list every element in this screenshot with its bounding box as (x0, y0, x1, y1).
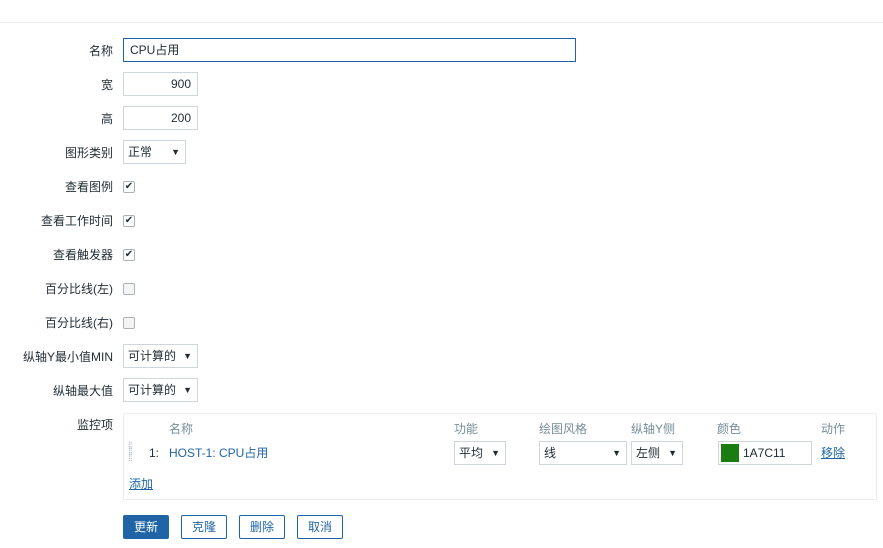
width-input[interactable]: 900 (123, 72, 198, 96)
clone-button[interactable]: 克隆 (181, 515, 228, 539)
ymin-select[interactable]: 可计算的 ▼ (123, 344, 198, 368)
function-value: 平均 (459, 446, 484, 460)
percentile-left-checkbox[interactable]: ✔ (123, 283, 135, 295)
header-color: 颜色 (717, 422, 742, 436)
show-legend-row: 查看图例 ✔ (0, 174, 883, 200)
add-item-link[interactable]: 添加 (129, 475, 153, 492)
ymin-label: 纵轴Y最小值MIN (22, 350, 113, 364)
show-triggers-checkbox[interactable]: ✔ (123, 249, 135, 261)
show-triggers-label: 查看触发器 (52, 248, 113, 262)
percentile-left-label: 百分比线(左) (45, 282, 113, 296)
draw-style-value: 线 (544, 446, 557, 460)
header-y-side: 纵轴Y侧 (631, 422, 676, 436)
ymin-row: 纵轴Y最小值MIN 可计算的 ▼ (0, 344, 883, 370)
show-work-period-row: 查看工作时间 ✔ (0, 208, 883, 234)
item-name-link[interactable]: HOST-1: CPU占用 (169, 440, 268, 466)
remove-link[interactable]: 移除 (821, 440, 845, 466)
show-legend-label: 查看图例 (64, 180, 113, 194)
table-row: ⁞⁞ ⁞⁞ ⁞⁞ 1: HOST-1: CPU占用 平均 ▼ 线 ▼ 左侧 ▼ 1A… (124, 440, 876, 466)
items-table: 名称 功能 绘图风格 纵轴Y侧 颜色 动作 ⁞⁞ ⁞⁞ ⁞⁞ 1: HOST-1: … (123, 413, 877, 500)
header-name: 名称 (169, 422, 194, 436)
chevron-down-icon: ▼ (491, 448, 500, 458)
chevron-down-icon: ▼ (183, 385, 192, 395)
items-label: 监控项 (76, 418, 113, 432)
chevron-down-icon: ▼ (668, 448, 677, 458)
ymin-value: 可计算的 (128, 349, 177, 363)
draw-style-select[interactable]: 线 ▼ (539, 441, 627, 465)
name-row: 名称 CPU占用 (0, 38, 883, 64)
percentile-right-row: 百分比线(右) ✔ (0, 310, 883, 336)
graph-type-row: 图形类别 正常 ▼ (0, 140, 883, 166)
chevron-down-icon: ▼ (183, 351, 192, 361)
height-label: 高 (100, 112, 113, 126)
update-button[interactable]: 更新 (123, 515, 170, 539)
graph-type-value: 正常 (128, 145, 153, 159)
y-side-value: 左侧 (636, 446, 661, 460)
show-work-period-checkbox[interactable]: ✔ (123, 215, 135, 227)
color-picker[interactable]: 1A7C11 (718, 441, 812, 465)
show-triggers-row: 查看触发器 ✔ (0, 242, 883, 268)
name-input[interactable]: CPU占用 (123, 38, 576, 62)
percentile-right-checkbox[interactable]: ✔ (123, 317, 135, 329)
percentile-left-row: 百分比线(左) ✔ (0, 276, 883, 302)
name-label: 名称 (88, 44, 113, 58)
ymax-label: 纵轴最大值 (52, 384, 113, 398)
graph-type-select[interactable]: 正常 ▼ (123, 140, 186, 164)
color-hex-value: 1A7C11 (743, 446, 786, 460)
width-label: 宽 (100, 78, 113, 92)
color-swatch[interactable] (721, 444, 739, 462)
ymax-select[interactable]: 可计算的 ▼ (123, 378, 198, 402)
ymax-value: 可计算的 (128, 383, 177, 397)
graph-type-label: 图形类别 (64, 146, 113, 160)
width-row: 宽 900 (0, 72, 883, 98)
y-side-select[interactable]: 左侧 ▼ (631, 441, 683, 465)
function-select[interactable]: 平均 ▼ (454, 441, 506, 465)
percentile-right-label: 百分比线(右) (45, 316, 113, 330)
drag-handle-icon[interactable]: ⁞⁞ ⁞⁞ ⁞⁞ (128, 442, 136, 464)
chevron-down-icon: ▼ (612, 448, 621, 458)
show-legend-checkbox[interactable]: ✔ (123, 181, 135, 193)
height-input[interactable]: 200 (123, 106, 198, 130)
chevron-down-icon: ▼ (171, 147, 180, 157)
cancel-button[interactable]: 取消 (297, 515, 344, 539)
delete-button[interactable]: 删除 (239, 515, 286, 539)
ymax-row: 纵轴最大值 可计算的 ▼ (0, 378, 883, 404)
header-draw-style: 绘图风格 (539, 422, 588, 436)
show-work-period-label: 查看工作时间 (40, 214, 113, 228)
top-divider (0, 22, 883, 23)
header-action: 动作 (821, 422, 846, 436)
row-index: 1: (149, 446, 160, 460)
height-row: 高 200 (0, 106, 883, 132)
header-function: 功能 (454, 422, 479, 436)
